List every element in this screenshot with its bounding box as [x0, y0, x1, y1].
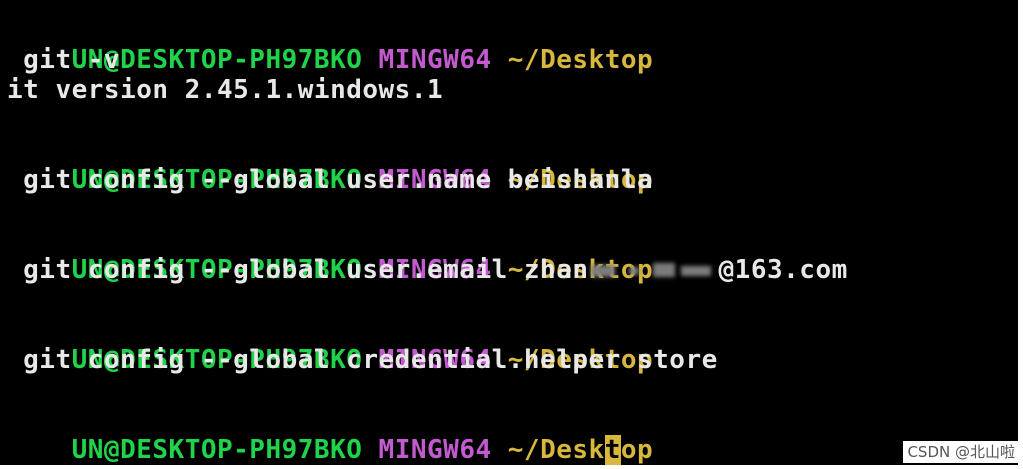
- prompt-line: UN@DESKTOP-PH97BKO MINGW64 ~/Desktop: [7, 15, 653, 75]
- path-post-cursor: op: [620, 435, 654, 465]
- prompt-system: MINGW64: [378, 435, 492, 465]
- prompt-path: ~/Desktop: [507, 45, 654, 75]
- command-line: git -v: [7, 45, 121, 75]
- redacted-email: [589, 259, 719, 281]
- prompt-system: MINGW64: [378, 45, 492, 75]
- path-pre-cursor: ~/Desk: [507, 435, 605, 465]
- command-output: it version 2.45.1.windows.1: [7, 75, 444, 105]
- watermark: CSDN @北山啦: [903, 441, 1019, 463]
- command-line: git config --global credential.helper st…: [7, 345, 718, 375]
- command-line: git config --global user.email zhan @163.…: [7, 255, 848, 285]
- prompt-line: UN@DESKTOP-PH97BKO MINGW64 ~/Desktop: [7, 315, 653, 375]
- command-prefix: git config --global user.email zhan: [7, 255, 589, 285]
- command-suffix: @163.com: [718, 255, 848, 285]
- command-line: git config --global user.name beishanla: [7, 165, 654, 195]
- prompt-user: UN@DESKTOP-PH97BKO: [71, 435, 363, 465]
- prompt-line: UN@DESKTOP-PH97BKO MINGW64 ~/Desktop: [7, 135, 653, 195]
- prompt-path: ~/Desktop: [508, 435, 653, 465]
- text-cursor: t: [604, 435, 621, 465]
- prompt-line: UN@DESKTOP-PH97BKO MINGW64 ~/Desktop: [7, 225, 653, 285]
- terminal-window[interactable]: UN@DESKTOP-PH97BKO MINGW64 ~/Desktop git…: [0, 0, 1018, 465]
- prompt-line-active[interactable]: UN@DESKTOP-PH97BKO MINGW64 ~/Desktop: [7, 405, 653, 465]
